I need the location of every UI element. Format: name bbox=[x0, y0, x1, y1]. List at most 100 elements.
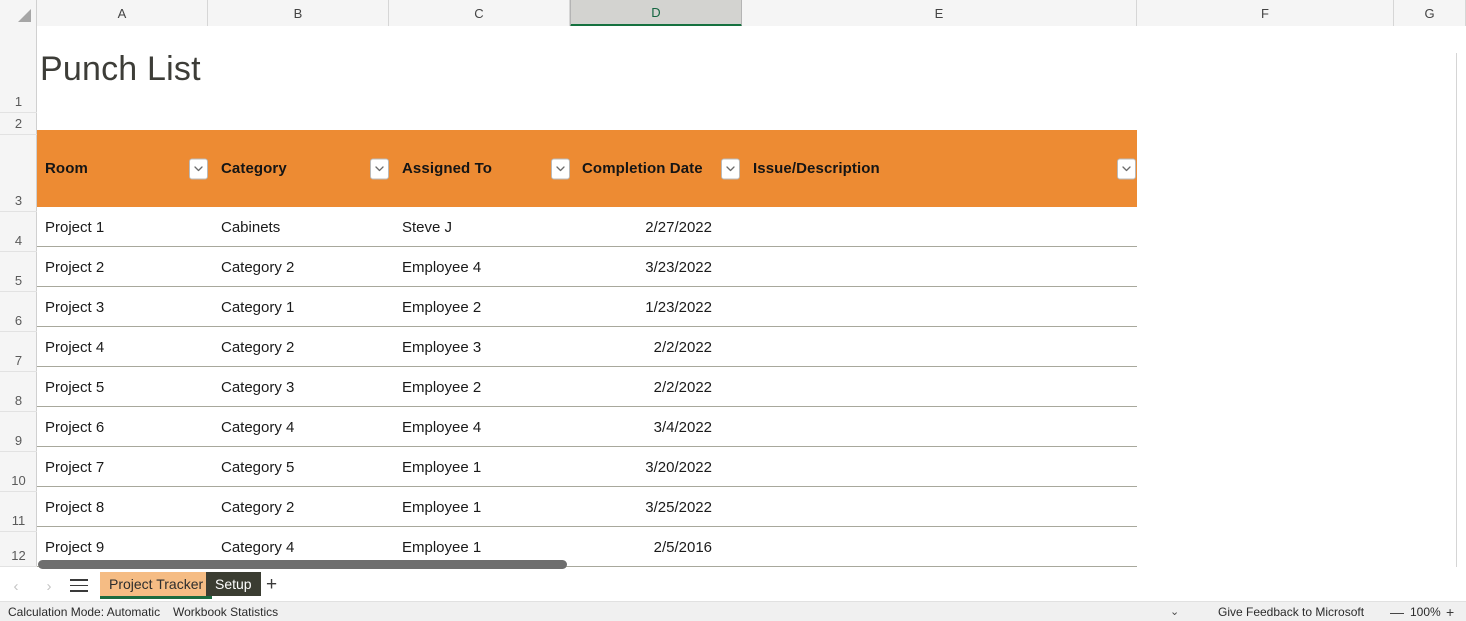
cell-completion_date[interactable]: 3/4/2022 bbox=[570, 407, 742, 447]
chevron-down-icon bbox=[1122, 165, 1131, 172]
table-column-header: Issue/Description bbox=[753, 130, 880, 207]
cell-assigned_to[interactable]: Employee 1 bbox=[402, 447, 583, 487]
cell-issue[interactable] bbox=[753, 487, 1137, 527]
give-feedback-link[interactable]: Give Feedback to Microsoft bbox=[1218, 605, 1364, 619]
calculation-mode-status[interactable]: Calculation Mode: Automatic bbox=[8, 605, 160, 619]
chevron-down-icon bbox=[556, 165, 565, 172]
workbook-statistics-status[interactable]: Workbook Statistics bbox=[173, 605, 278, 619]
row-header-1[interactable]: 1 bbox=[0, 26, 37, 113]
table-row[interactable]: Project 2 Category 2 Employee 4 3/23/2022 bbox=[37, 247, 1137, 287]
cell-room[interactable]: Project 7 bbox=[45, 447, 216, 487]
excel-worksheet-window: ABCDEFG 1 2 3 4 5 6 7 8 9 10 11 12 Punch List Room C… bbox=[0, 0, 1466, 621]
table-row[interactable]: Project 7 Category 5 Employee 1 3/20/2022 bbox=[37, 447, 1137, 487]
cell-room[interactable]: Project 2 bbox=[45, 247, 216, 287]
cell-room[interactable]: Project 8 bbox=[45, 487, 216, 527]
cell-category[interactable]: Category 2 bbox=[221, 487, 402, 527]
cell-completion_date[interactable]: 3/25/2022 bbox=[570, 487, 742, 527]
table-row[interactable]: Project 1 Cabinets Steve J 2/27/2022 bbox=[37, 207, 1137, 247]
table-column-header: Assigned To bbox=[402, 130, 492, 207]
column-header-f[interactable]: F bbox=[1137, 0, 1394, 26]
filter-dropdown-button[interactable] bbox=[370, 158, 389, 179]
table-row[interactable]: Project 3 Category 1 Employee 2 1/23/2022 bbox=[37, 287, 1137, 327]
row-header-2[interactable]: 2 bbox=[0, 113, 37, 135]
table-row[interactable]: Project 6 Category 4 Employee 4 3/4/2022 bbox=[37, 407, 1137, 447]
cell-category[interactable]: Category 2 bbox=[221, 327, 402, 367]
cell-completion_date[interactable]: 2/2/2022 bbox=[570, 327, 742, 367]
column-header-e[interactable]: E bbox=[742, 0, 1137, 26]
column-header-g[interactable]: G bbox=[1394, 0, 1466, 26]
table-row[interactable]: Project 5 Category 3 Employee 2 2/2/2022 bbox=[37, 367, 1137, 407]
table-column-header: Completion Date bbox=[582, 130, 703, 207]
cell-issue[interactable] bbox=[753, 447, 1137, 487]
cell-issue[interactable] bbox=[753, 287, 1137, 327]
column-header-strip: ABCDEFG bbox=[0, 0, 1466, 27]
cell-category[interactable]: Category 1 bbox=[221, 287, 402, 327]
row-header-11[interactable]: 11 bbox=[0, 492, 37, 532]
cell-assigned_to[interactable]: Employee 4 bbox=[402, 407, 583, 447]
filter-dropdown-button[interactable] bbox=[1117, 158, 1136, 179]
row-header-4[interactable]: 4 bbox=[0, 212, 37, 252]
table-row[interactable]: Project 4 Category 2 Employee 3 2/2/2022 bbox=[37, 327, 1137, 367]
filter-dropdown-button[interactable] bbox=[721, 158, 740, 179]
row-header-6[interactable]: 6 bbox=[0, 292, 37, 332]
cell-completion_date[interactable]: 2/27/2022 bbox=[570, 207, 742, 247]
zoom-in-button[interactable]: + bbox=[1446, 604, 1454, 620]
horizontal-scrollbar[interactable] bbox=[37, 557, 1466, 570]
cell-category[interactable]: Category 5 bbox=[221, 447, 402, 487]
cell-assigned_to[interactable]: Employee 2 bbox=[402, 287, 583, 327]
row-header-8[interactable]: 8 bbox=[0, 372, 37, 412]
cell-completion_date[interactable]: 3/23/2022 bbox=[570, 247, 742, 287]
cell-issue[interactable] bbox=[753, 327, 1137, 367]
table-row[interactable]: Project 8 Category 2 Employee 1 3/25/2022 bbox=[37, 487, 1137, 527]
cell-assigned_to[interactable]: Employee 2 bbox=[402, 367, 583, 407]
column-header-a[interactable]: A bbox=[37, 0, 208, 26]
column-header-d[interactable]: D bbox=[570, 0, 742, 27]
previous-sheet-arrow-icon[interactable]: ‹ bbox=[8, 578, 24, 595]
cell-completion_date[interactable]: 3/20/2022 bbox=[570, 447, 742, 487]
filter-dropdown-button[interactable] bbox=[551, 158, 570, 179]
cell-assigned_to[interactable]: Employee 1 bbox=[402, 487, 583, 527]
select-all-corner[interactable] bbox=[0, 0, 37, 26]
cell-assigned_to[interactable]: Employee 3 bbox=[402, 327, 583, 367]
row-header-5[interactable]: 5 bbox=[0, 252, 37, 292]
cell-assigned_to[interactable]: Employee 4 bbox=[402, 247, 583, 287]
cell-issue[interactable] bbox=[753, 207, 1137, 247]
row-header-3[interactable]: 3 bbox=[0, 135, 37, 212]
chevron-down-icon bbox=[375, 165, 384, 172]
add-sheet-button[interactable]: + bbox=[266, 575, 277, 594]
cell-room[interactable]: Project 5 bbox=[45, 367, 216, 407]
vertical-scrollbar[interactable] bbox=[1456, 53, 1466, 567]
row-header-7[interactable]: 7 bbox=[0, 332, 37, 372]
cell-issue[interactable] bbox=[753, 247, 1137, 287]
cell-category[interactable]: Category 3 bbox=[221, 367, 402, 407]
cell-assigned_to[interactable]: Steve J bbox=[402, 207, 583, 247]
cell-issue[interactable] bbox=[753, 367, 1137, 407]
cell-issue[interactable] bbox=[753, 407, 1137, 447]
cell-room[interactable]: Project 3 bbox=[45, 287, 216, 327]
cell-room[interactable]: Project 4 bbox=[45, 327, 216, 367]
filter-dropdown-button[interactable] bbox=[189, 158, 208, 179]
column-header-b[interactable]: B bbox=[208, 0, 389, 26]
row-header-9[interactable]: 9 bbox=[0, 412, 37, 452]
zoom-out-button[interactable]: — bbox=[1390, 604, 1404, 620]
cell-completion_date[interactable]: 1/23/2022 bbox=[570, 287, 742, 327]
cell-completion_date[interactable]: 2/2/2022 bbox=[570, 367, 742, 407]
cell-room[interactable]: Project 6 bbox=[45, 407, 216, 447]
all-sheets-menu-icon[interactable] bbox=[70, 579, 88, 593]
cell-room[interactable]: Project 1 bbox=[45, 207, 216, 247]
zoom-level-label[interactable]: 100% bbox=[1410, 605, 1441, 619]
cell-category[interactable]: Category 2 bbox=[221, 247, 402, 287]
row-header-12[interactable]: 12 bbox=[0, 532, 37, 567]
row-header-10[interactable]: 10 bbox=[0, 452, 37, 492]
next-sheet-arrow-icon[interactable]: › bbox=[41, 578, 57, 595]
sheet-tab-project-tracker[interactable]: Project Tracker bbox=[100, 572, 213, 599]
cell-category[interactable]: Cabinets bbox=[221, 207, 402, 247]
worksheet-grid[interactable]: Punch List Room Category Assigned To Comple… bbox=[37, 26, 1466, 567]
row-number-gutter: 1 2 3 4 5 6 7 8 9 10 11 12 bbox=[0, 26, 37, 567]
column-header-c[interactable]: C bbox=[389, 0, 570, 26]
horizontal-scrollbar-thumb[interactable] bbox=[38, 560, 567, 569]
page-title: Punch List bbox=[40, 50, 201, 88]
cell-category[interactable]: Category 4 bbox=[221, 407, 402, 447]
sheet-tab-setup[interactable]: Setup bbox=[206, 572, 261, 596]
status-chevron-down-icon[interactable]: ⌄ bbox=[1170, 605, 1179, 618]
